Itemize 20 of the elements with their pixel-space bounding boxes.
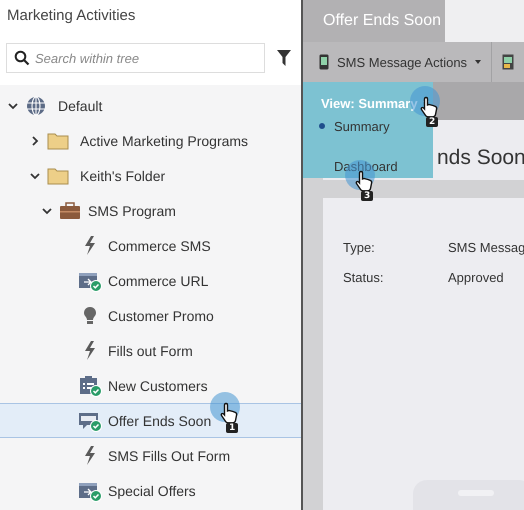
field-label: Status:	[343, 270, 384, 284]
item-label: SMS Program	[88, 202, 176, 218]
item-label: Fills out Form	[108, 342, 193, 358]
field-label: Type:	[343, 240, 376, 254]
item-label: Commerce URL	[108, 272, 208, 288]
item-label: SMS Fills Out Form	[108, 448, 230, 464]
page-heading: nds Soon	[437, 146, 524, 169]
item-label: New Customers	[108, 378, 208, 394]
item-label: Offer Ends Soon	[108, 412, 212, 428]
item-label: Active Marketing Programs	[80, 132, 248, 148]
item-label: Customer Promo	[108, 308, 214, 324]
field-value: Approved	[448, 270, 504, 284]
item-label: Special Offers	[108, 482, 196, 498]
step-number: 2	[426, 117, 438, 127]
panel-title: Marketing Activities	[0, 0, 301, 37]
item-label: Default	[58, 98, 102, 114]
step-number: 1	[226, 423, 238, 433]
step-number: 3	[361, 191, 374, 201]
item-label: Commerce SMS	[108, 238, 211, 254]
item-label: Keith's Folder	[80, 168, 166, 184]
